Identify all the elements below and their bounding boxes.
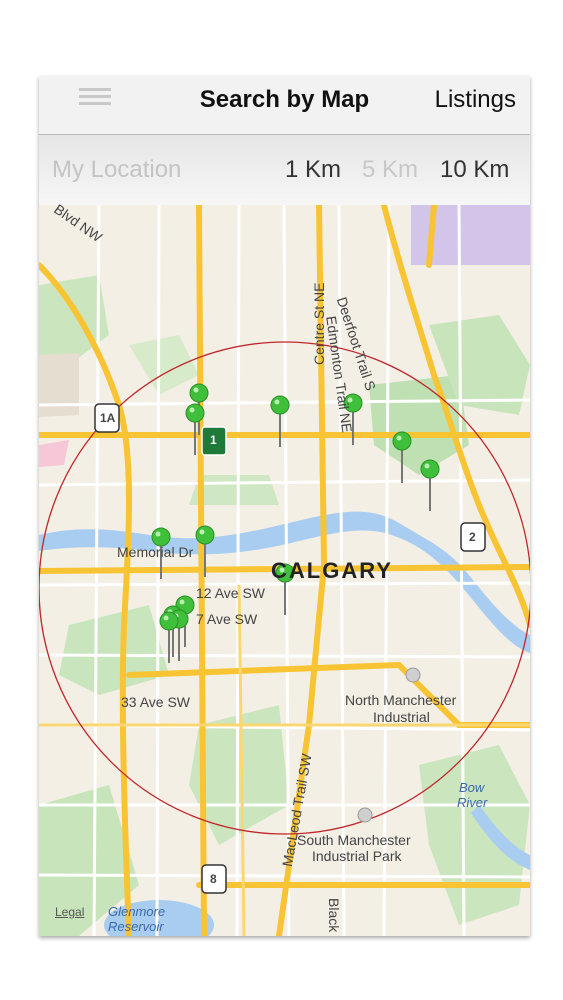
area-label-industrial: Industrial xyxy=(373,709,430,725)
shield-1a-label: 1A xyxy=(100,411,116,425)
area-label-north-manchester: North Manchester xyxy=(345,692,457,708)
shield-1-label: 1 xyxy=(210,433,217,447)
distance-filter-bar: My Location 1 Km 5 Km 10 Km xyxy=(39,135,530,205)
navigation-bar: Search by Map Listings xyxy=(39,76,530,135)
shield-2-label: 2 xyxy=(469,530,476,544)
water-label-glenmore: Glenmore xyxy=(108,904,166,919)
listings-button[interactable]: Listings xyxy=(435,86,516,114)
road-label-12-ave: 12 Ave SW xyxy=(196,585,266,601)
area-label-south-manchester: South Manchester xyxy=(297,832,411,848)
road-label-black: Black xyxy=(326,898,342,933)
poi-marker xyxy=(405,667,421,683)
road-label-33-ave: 33 Ave SW xyxy=(121,694,191,710)
road-label-memorial: Memorial Dr xyxy=(117,544,194,560)
legal-link[interactable]: Legal xyxy=(55,905,84,919)
water-label-river: River xyxy=(457,795,488,810)
area-label-industrial-park: Industrial Park xyxy=(312,848,402,864)
distance-10km-button[interactable]: 10 Km xyxy=(440,156,509,184)
road-label-7-ave: 7 Ave SW xyxy=(196,611,258,627)
app-screen: Search by Map Listings My Location 1 Km … xyxy=(39,76,530,936)
poi-marker xyxy=(357,807,373,823)
my-location-button[interactable]: My Location xyxy=(52,156,181,184)
map-view[interactable]: 1A 1 2 8 Blvd NW Deerfoot Trail S Centre… xyxy=(39,201,530,936)
distance-1km-button[interactable]: 1 Km xyxy=(285,156,341,184)
water-label-bow: Bow xyxy=(459,780,485,795)
water-label-reservoir: Reservoir xyxy=(108,919,164,934)
shield-8-label: 8 xyxy=(210,872,217,886)
distance-5km-button[interactable]: 5 Km xyxy=(362,156,418,184)
city-label: CALGARY xyxy=(271,558,393,583)
